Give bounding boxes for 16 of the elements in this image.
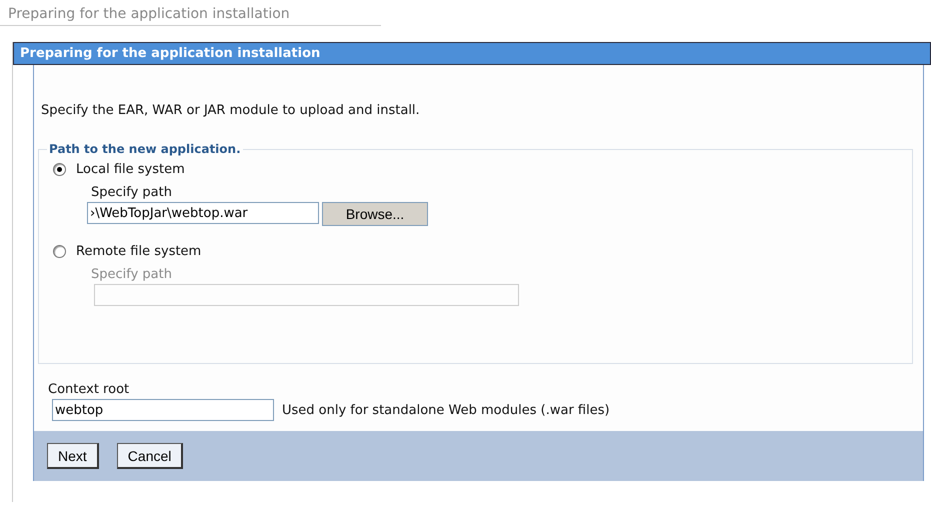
panel-header: Preparing for the application installation <box>13 42 931 65</box>
path-field[interactable]: ›\WebTopJar\webtop.war <box>87 202 319 224</box>
cancel-button[interactable]: Cancel <box>116 443 184 469</box>
next-button[interactable]: Next <box>47 443 99 469</box>
field-label: Specify path <box>91 185 173 200</box>
page-title: Preparing for the application installation <box>0 0 381 26</box>
radio-button[interactable] <box>53 163 66 176</box>
radio-label: Remote file system <box>76 244 202 259</box>
field-label: Context root <box>48 382 130 397</box>
radio-label: Local file system <box>76 162 185 177</box>
hint-text: Used only for standalone Web modules (.war files) <box>282 402 610 418</box>
field-label: Specify path <box>91 267 173 282</box>
context-root-field[interactable]: webtop <box>52 399 274 421</box>
instruction-text: Specify the EAR, WAR or JAR module to upload and install. <box>40 102 421 120</box>
group-legend: Path to the new application. <box>47 142 243 156</box>
browse-button[interactable]: Browse... <box>322 202 428 226</box>
